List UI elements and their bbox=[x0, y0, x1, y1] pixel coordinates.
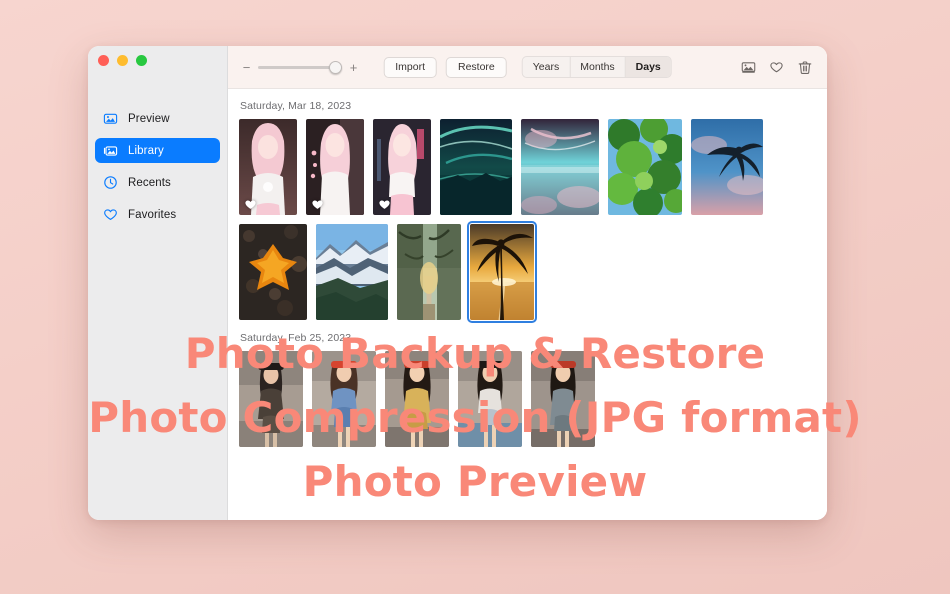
thumbnail-image bbox=[316, 224, 388, 320]
segment-years[interactable]: Years bbox=[523, 57, 571, 77]
photo-thumbnail[interactable] bbox=[608, 119, 682, 215]
sidebar-item-label: Preview bbox=[128, 112, 170, 125]
thumbnail-image bbox=[239, 119, 297, 215]
date-header: Saturday, Mar 18, 2023 bbox=[240, 100, 352, 112]
photo-row bbox=[228, 119, 827, 215]
main-panel: − + Import Restore Years Months Days Sat… bbox=[228, 46, 827, 520]
thumbnail-image bbox=[306, 119, 364, 215]
toolbar: − + Import Restore Years Months Days bbox=[228, 46, 827, 89]
thumbnail-image bbox=[312, 351, 376, 447]
zoom-in-button[interactable]: + bbox=[349, 61, 358, 74]
photo-thumbnail[interactable] bbox=[397, 224, 461, 320]
segment-days[interactable]: Days bbox=[625, 57, 671, 77]
thumbnail-image bbox=[691, 119, 763, 215]
sidebar-item-label: Favorites bbox=[128, 208, 177, 221]
thumbnail-image bbox=[239, 351, 303, 447]
thumbnail-image bbox=[239, 224, 307, 320]
zoom-slider-thumb[interactable] bbox=[329, 60, 342, 74]
photo-thumbnail[interactable] bbox=[531, 351, 595, 447]
thumbnail-image bbox=[521, 119, 599, 215]
photo-library-icon bbox=[103, 143, 118, 158]
photo-thumbnail[interactable] bbox=[312, 351, 376, 447]
photo-grid[interactable]: Saturday, Mar 18, 2023 Saturday, Feb 25,… bbox=[228, 89, 827, 520]
photo-thumbnail[interactable] bbox=[316, 224, 388, 320]
photo-preview-icon bbox=[103, 111, 118, 126]
trash-icon[interactable] bbox=[797, 60, 812, 75]
thumbnail-image bbox=[470, 224, 534, 320]
thumbnail-image bbox=[397, 224, 461, 320]
photo-thumbnail[interactable] bbox=[239, 224, 307, 320]
photo-thumbnail[interactable] bbox=[239, 119, 297, 215]
photo-app-window: Preview Library Recents Favorites − + Im… bbox=[88, 46, 827, 520]
sidebar-item-library[interactable]: Library bbox=[95, 138, 220, 163]
thumbnail-image bbox=[440, 119, 512, 215]
photo-icon[interactable] bbox=[741, 60, 756, 75]
photo-thumbnail[interactable] bbox=[521, 119, 599, 215]
thumbnail-image bbox=[373, 119, 431, 215]
photo-thumbnail[interactable] bbox=[306, 119, 364, 215]
thumbnail-image bbox=[608, 119, 682, 215]
timeline-scope-segmented-control: Years Months Days bbox=[521, 56, 672, 78]
import-button[interactable]: Import bbox=[383, 56, 437, 78]
sidebar-nav: Preview Library Recents Favorites bbox=[95, 106, 220, 234]
photo-thumbnail[interactable] bbox=[373, 119, 431, 215]
sidebar-item-label: Recents bbox=[128, 176, 171, 189]
zoom-slider[interactable] bbox=[258, 60, 342, 74]
thumbnail-image bbox=[458, 351, 522, 447]
sidebar-item-preview[interactable]: Preview bbox=[95, 106, 220, 131]
heart-outline-icon bbox=[103, 207, 118, 222]
thumbnail-image bbox=[531, 351, 595, 447]
sidebar-item-favorites[interactable]: Favorites bbox=[95, 202, 220, 227]
photo-thumbnail[interactable] bbox=[440, 119, 512, 215]
zoom-out-button[interactable]: − bbox=[242, 61, 251, 74]
clock-icon bbox=[103, 175, 118, 190]
heart-outline-icon[interactable] bbox=[769, 60, 784, 75]
photo-thumbnail[interactable] bbox=[458, 351, 522, 447]
zoom-control: − + bbox=[242, 60, 358, 74]
date-header: Saturday, Feb 25, 2023 bbox=[240, 332, 352, 344]
maximize-window-button[interactable] bbox=[136, 55, 147, 66]
photo-row bbox=[228, 221, 827, 323]
toolbar-center-group: Import Restore Years Months Days bbox=[383, 56, 672, 78]
segment-months[interactable]: Months bbox=[570, 57, 626, 77]
close-window-button[interactable] bbox=[98, 55, 109, 66]
minimize-window-button[interactable] bbox=[117, 55, 128, 66]
photo-thumbnail[interactable] bbox=[691, 119, 763, 215]
thumbnail-image bbox=[385, 351, 449, 447]
photo-thumbnail-selected[interactable] bbox=[467, 221, 537, 323]
photo-thumbnail[interactable] bbox=[239, 351, 303, 447]
sidebar-item-recents[interactable]: Recents bbox=[95, 170, 220, 195]
photo-row bbox=[228, 351, 827, 447]
window-controls bbox=[98, 55, 147, 66]
sidebar-item-label: Library bbox=[128, 144, 164, 157]
sidebar: Preview Library Recents Favorites bbox=[88, 46, 228, 520]
restore-button[interactable]: Restore bbox=[445, 56, 507, 78]
photo-thumbnail[interactable] bbox=[385, 351, 449, 447]
toolbar-right-group bbox=[741, 60, 815, 75]
